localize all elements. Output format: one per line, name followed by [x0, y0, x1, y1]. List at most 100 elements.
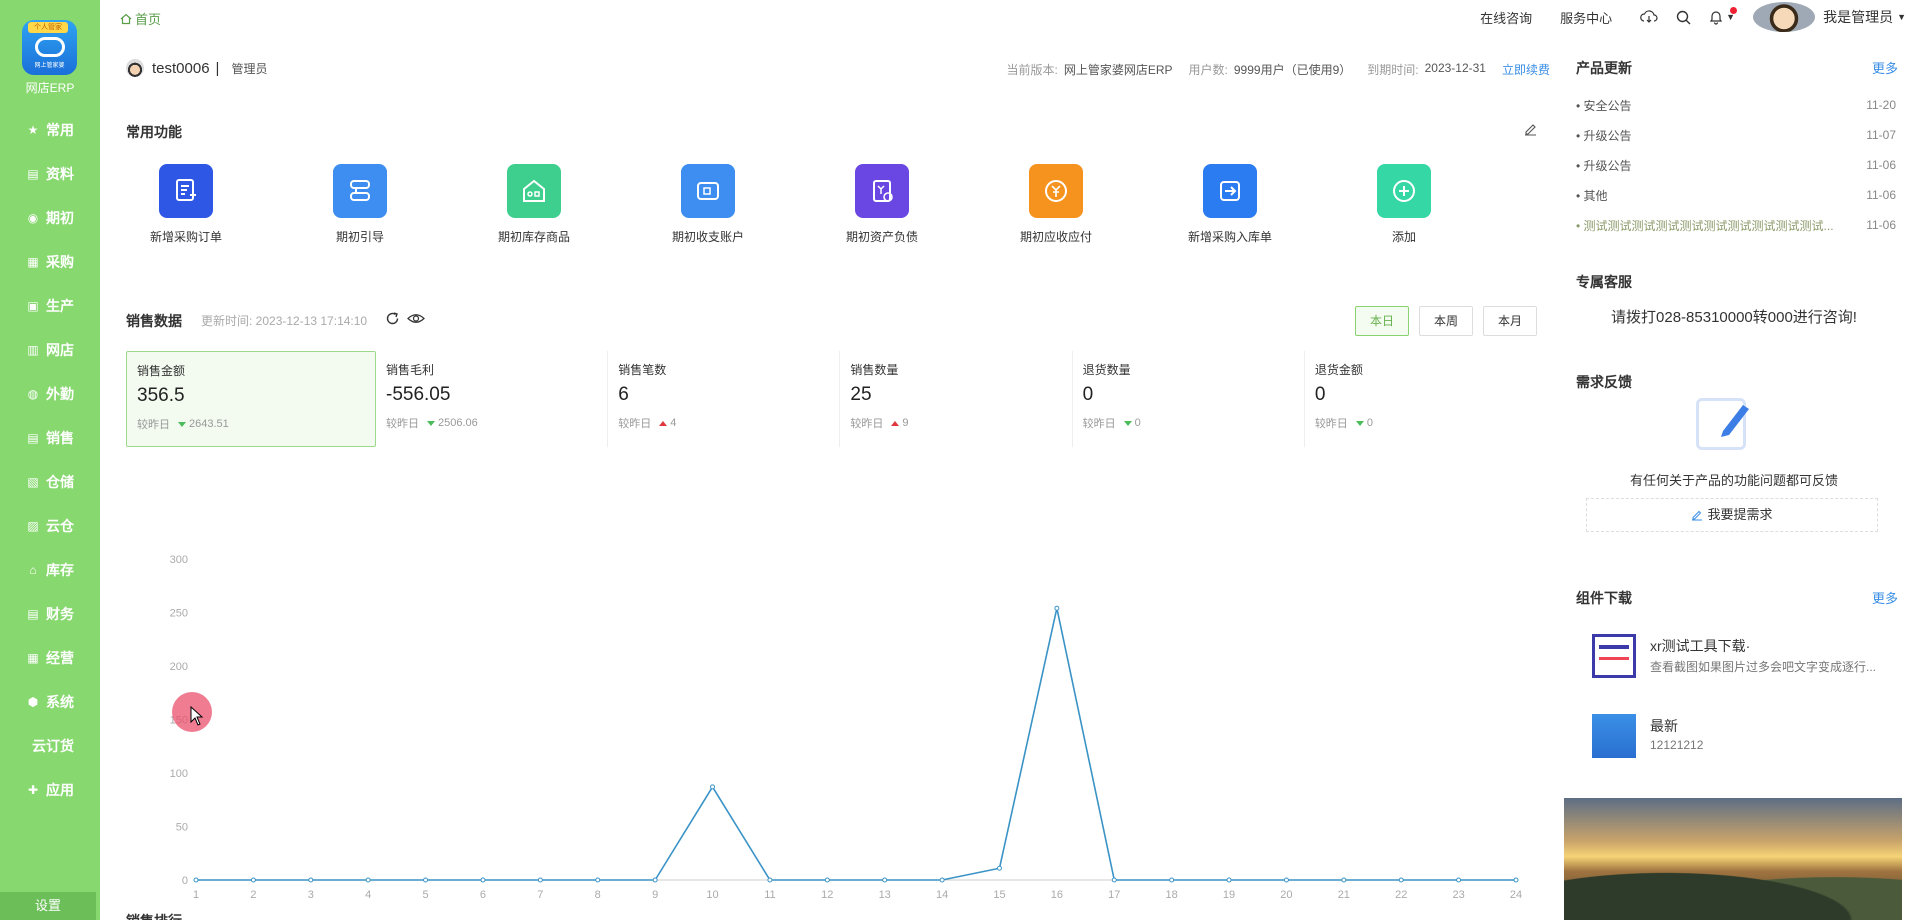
y-tick-label: 250 [170, 608, 188, 620]
update-item[interactable]: • 安全公告 11-20 [1576, 90, 1896, 120]
sidebar-item-14[interactable]: 云订货 [0, 724, 100, 768]
expire-value: 2023-12-31 [1424, 61, 1486, 75]
kpi-card[interactable]: 销售金额 356.5 较昨日 2643.51 [126, 351, 376, 447]
x-tick-label: 22 [1395, 889, 1407, 901]
x-tick-label: 24 [1510, 889, 1522, 901]
common-function-item[interactable]: 新增采购入库单 [1170, 164, 1290, 245]
x-tick-label: 6 [480, 889, 486, 901]
download-item[interactable]: xr测试工具下载· 查看截图如果图片过多会吧文字变成逐行... [1592, 634, 1892, 684]
sidebar-item-15[interactable]: ✚ 应用 [0, 768, 100, 812]
range-month-button[interactable]: 本月 [1483, 306, 1537, 336]
data-point[interactable] [1226, 877, 1232, 883]
sidebar-item-7[interactable]: ▤ 销售 [0, 416, 100, 460]
data-point[interactable] [1398, 877, 1404, 883]
sidebar-item-0[interactable]: ★ 常用 [0, 108, 100, 152]
updates-more-link[interactable]: 更多 [1872, 58, 1898, 77]
top-bar: 首页 在线咨询 服务中心 ▼ 我是管理员 ▼ [100, 0, 1912, 34]
update-item[interactable]: • 测试测试测试测试测试测试测试测试测试测试... 11-06 [1576, 210, 1896, 240]
data-point[interactable] [1513, 877, 1519, 883]
data-point[interactable] [480, 877, 486, 883]
admin-chevron-down-icon[interactable]: ▼ [1897, 12, 1906, 22]
common-function-item[interactable]: 新增采购订单 [126, 164, 246, 245]
stock-in-icon [1203, 164, 1257, 218]
sidebar-item-label: 网店 [46, 342, 74, 358]
sidebar-item-5[interactable]: ▥ 网店 [0, 328, 100, 372]
sidebar-item-2[interactable]: ◉ 期初 [0, 196, 100, 240]
sidebar-item-13[interactable]: ⬢ 系统 [0, 680, 100, 724]
version-value: 网上管家婆网店ERP [1063, 63, 1173, 77]
download-item[interactable]: 最新 12121212 [1592, 714, 1892, 764]
kpi-card[interactable]: 销售笔数 6 较昨日 4 [608, 351, 841, 447]
sidebar-item-3[interactable]: ▦ 采购 [0, 240, 100, 284]
data-point[interactable] [365, 877, 371, 883]
common-function-item[interactable]: 期初库存商品 [474, 164, 594, 245]
sidebar-item-9[interactable]: ▨ 云仓 [0, 504, 100, 548]
data-point[interactable] [996, 865, 1002, 871]
home-breadcrumb[interactable]: 首页 [120, 9, 161, 28]
sidebar-item-10[interactable]: ⌂ 库存 [0, 548, 100, 592]
data-point[interactable] [537, 877, 543, 883]
common-function-item[interactable]: 期初引导 [300, 164, 420, 245]
update-item[interactable]: • 升级公告 11-06 [1576, 150, 1896, 180]
downloads-more-link[interactable]: 更多 [1872, 588, 1898, 607]
data-point[interactable] [423, 877, 429, 883]
update-item[interactable]: • 其他 11-06 [1576, 180, 1896, 210]
submit-request-button[interactable]: 我要提需求 [1586, 498, 1878, 532]
avatar[interactable] [1753, 2, 1816, 32]
cloud-download-icon[interactable] [1640, 10, 1658, 24]
data-point[interactable] [1111, 877, 1117, 883]
data-point[interactable] [652, 877, 658, 883]
service-center-link[interactable]: 服务中心 [1560, 8, 1612, 27]
sidebar-item-8[interactable]: ▧ 仓储 [0, 460, 100, 504]
right-panel: 产品更新 更多 • 安全公告 11-20 • 升级公告 11-07 • 升级公告 11-0… [1564, 34, 1912, 920]
common-function-label: 新增采购订单 [149, 230, 222, 244]
data-point[interactable] [710, 784, 716, 790]
data-point[interactable] [882, 877, 888, 883]
admin-menu[interactable]: 我是管理员 [1823, 7, 1893, 27]
kpi-card[interactable]: 退货数量 0 较昨日 0 [1073, 351, 1305, 447]
promo-banner-image[interactable] [1564, 798, 1902, 920]
data-point[interactable] [1169, 877, 1175, 883]
kpi-card[interactable]: 销售数量 25 较昨日 9 [840, 351, 1073, 447]
refresh-icon[interactable] [385, 311, 400, 329]
sales-icon: ▤ [27, 431, 39, 445]
data-point[interactable] [1456, 877, 1462, 883]
sidebar-item-12[interactable]: ▦ 经营 [0, 636, 100, 680]
update-item[interactable]: • 升级公告 11-07 [1576, 120, 1896, 150]
sidebar-item-1[interactable]: ▤ 资料 [0, 152, 100, 196]
sidebar-item-6[interactable]: ◍ 外勤 [0, 372, 100, 416]
search-icon[interactable] [1676, 10, 1691, 25]
kpi-card[interactable]: 销售毛利 -556.05 较昨日 2506.06 [376, 351, 609, 447]
settings-button[interactable]: 设置 [0, 892, 96, 920]
stock-icon: ⌂ [29, 563, 37, 577]
data-point[interactable] [824, 877, 830, 883]
common-function-item[interactable]: 添加 [1344, 164, 1464, 245]
eye-icon[interactable] [407, 312, 425, 328]
data-point[interactable] [939, 877, 945, 883]
renew-link[interactable]: 立即续费 [1502, 61, 1550, 78]
data-point[interactable] [767, 877, 773, 883]
common-function-item[interactable]: 期初应收应付 [996, 164, 1116, 245]
range-today-button[interactable]: 本日 [1355, 306, 1409, 336]
range-week-button[interactable]: 本周 [1419, 306, 1473, 336]
bell-icon[interactable]: ▼ [1709, 6, 1738, 25]
kpi-compare-label: 较昨日 [1082, 418, 1116, 430]
data-point[interactable] [250, 877, 256, 883]
common-function-item[interactable]: 期初收支账户 [648, 164, 768, 245]
edit-icon[interactable] [1523, 122, 1538, 140]
kpi-card[interactable]: 退货金额 0 较昨日 0 [1305, 351, 1536, 447]
data-point[interactable] [1341, 877, 1347, 883]
online-consult-link[interactable]: 在线咨询 [1480, 8, 1532, 27]
guide-icon [333, 164, 387, 218]
common-function-item[interactable]: 期初资产负债 [822, 164, 942, 245]
app-logo[interactable]: 个人管家 网上管家婆 [22, 20, 77, 75]
x-tick-label: 19 [1223, 889, 1235, 901]
kpi-compare-label: 较昨日 [1314, 418, 1348, 430]
sidebar-item-11[interactable]: ▤ 财务 [0, 592, 100, 636]
data-point[interactable] [595, 877, 601, 883]
sidebar-item-4[interactable]: ▣ 生产 [0, 284, 100, 328]
data-point[interactable] [308, 877, 314, 883]
data-point[interactable] [1283, 877, 1289, 883]
data-point[interactable] [1054, 605, 1060, 611]
data-point[interactable] [193, 877, 199, 883]
